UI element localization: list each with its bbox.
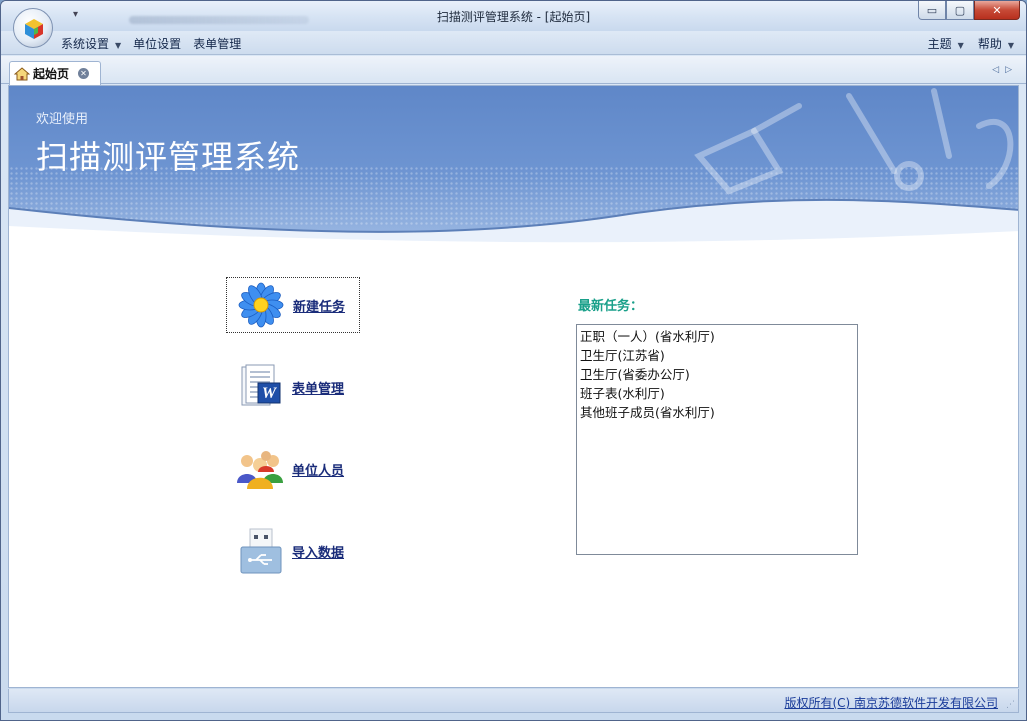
menu-unit-settings[interactable]: 单位设置 (133, 35, 181, 52)
list-item[interactable]: 卫生厅(江苏省) (580, 346, 854, 365)
usb-drive-icon (240, 528, 282, 574)
menu-label: 系统设置 (61, 37, 110, 51)
action-label: 表单管理 (292, 381, 345, 397)
chevron-down-icon: ▼ (957, 41, 964, 50)
title-bar: ▾ 扫描测评管理系统 - [起始页] ▭ ▢ ✕ (1, 1, 1026, 48)
list-item[interactable]: 卫生厅(省委办公厅) (580, 365, 854, 384)
list-item[interactable]: 其他班子成员(省水利厅) (580, 403, 854, 422)
unit-personnel-button[interactable]: 单位人员 (226, 441, 360, 497)
list-item[interactable]: 班子表(水利厅) (580, 384, 854, 403)
app-menu-orb[interactable] (13, 8, 53, 48)
banner-tools-graphic (694, 88, 1014, 195)
users-group-icon (237, 451, 283, 489)
start-page: 欢迎使用 扫描测评管理系统 新建任务 W 表单管理 单位人员 导入数据 最新任务… (8, 85, 1019, 688)
tab-start-page[interactable]: 起始页 ✕ (9, 61, 101, 85)
menu-theme[interactable]: 主题 ▼ (928, 35, 964, 52)
menu-label: 表单管理 (193, 37, 242, 51)
chevron-down-icon: ▼ (115, 41, 122, 50)
close-button[interactable]: ✕ (974, 1, 1020, 20)
copyright-link[interactable]: 版权所有(C) 南京苏德软件开发有限公司 (784, 694, 998, 711)
maximize-button[interactable]: ▢ (946, 1, 974, 20)
minimize-button[interactable]: ▭ (918, 1, 946, 20)
close-icon: ✕ (992, 3, 1002, 17)
menu-label: 帮助 (977, 37, 1002, 51)
tab-scroll-right-icon[interactable]: ▷ (1005, 65, 1012, 75)
recent-tasks-list[interactable]: 正职（一人）(省水利厅) 卫生厅(江苏省) 卫生厅(省委办公厅) 班子表(水利厅… (576, 324, 858, 555)
welcome-banner: 欢迎使用 扫描测评管理系统 (9, 86, 1018, 246)
list-item[interactable]: 正职（一人）(省水利厅) (580, 327, 854, 346)
system-name-heading: 扫描测评管理系统 (36, 138, 301, 176)
tab-scroll-left-icon[interactable]: ◁ (992, 65, 999, 75)
app-logo-icon (25, 19, 43, 39)
app-window: ▾ 扫描测评管理系统 - [起始页] ▭ ▢ ✕ 系统设置 ▼ 单位设置 表单管理… (0, 0, 1027, 721)
menu-system-settings[interactable]: 系统设置 ▼ (61, 35, 121, 52)
menu-label: 单位设置 (133, 37, 182, 51)
menu-bar: 系统设置 ▼ 单位设置 表单管理 主题 ▼ 帮助 ▼ (1, 31, 1026, 55)
menu-form-management[interactable]: 表单管理 (193, 35, 241, 52)
banner-wave (9, 198, 1018, 246)
menu-label: 主题 (927, 37, 952, 51)
menu-help[interactable]: 帮助 ▼ (978, 35, 1014, 52)
form-management-button[interactable]: W 表单管理 (226, 359, 360, 415)
tab-strip: 起始页 ✕ ◁ ▷ (1, 56, 1026, 85)
import-data-button[interactable]: 导入数据 (226, 523, 360, 579)
action-label: 单位人员 (292, 463, 345, 479)
word-document-icon: W (241, 364, 281, 406)
action-label: 导入数据 (292, 545, 345, 561)
action-label: 新建任务 (293, 299, 346, 315)
svg-text:W: W (262, 385, 278, 402)
status-bar: 版权所有(C) 南京苏德软件开发有限公司 ⋰ (8, 689, 1019, 713)
home-icon (14, 66, 30, 80)
new-task-button[interactable]: 新建任务 (226, 277, 360, 333)
tab-label: 起始页 (33, 67, 70, 81)
welcome-text: 欢迎使用 (36, 112, 89, 127)
flower-icon (238, 282, 284, 328)
resize-grip-icon[interactable]: ⋰ (1006, 700, 1015, 710)
close-tab-icon[interactable]: ✕ (78, 68, 90, 79)
window-title: 扫描测评管理系统 - [起始页] (436, 10, 591, 24)
maximize-icon: ▢ (954, 3, 966, 17)
chevron-down-icon: ▼ (1007, 41, 1014, 50)
recent-tasks-heading: 最新任务： (578, 299, 644, 314)
minimize-icon: ▭ (926, 3, 938, 17)
